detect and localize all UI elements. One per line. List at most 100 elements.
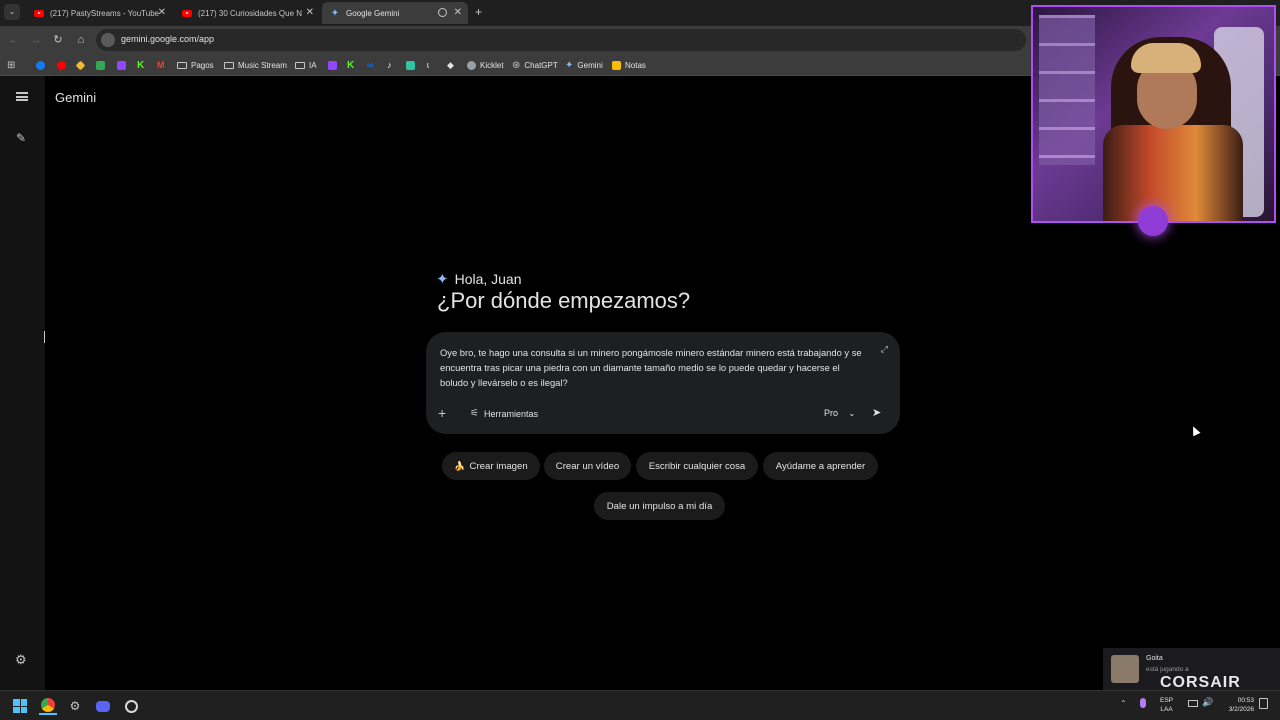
webcam-overlay (1031, 5, 1276, 223)
volume-icon[interactable]: 🔊 (1202, 697, 1213, 708)
forward-button[interactable]: → (28, 32, 44, 48)
menu-icon[interactable] (16, 92, 28, 101)
chrome-icon[interactable] (39, 697, 57, 715)
binance-icon (75, 60, 86, 70)
chip-write-anything[interactable]: Escribir cualquier cosa (636, 452, 758, 480)
tab-search-button[interactable]: ⌄ (4, 4, 20, 20)
text-cursor-indicator (44, 331, 45, 343)
clock-date: 3/2/2026 (1228, 706, 1254, 713)
bookmark-label: IA (309, 60, 317, 70)
tab-label: (217) PastyStreams - YouTube (50, 8, 160, 18)
tab-label: Google Gemini (346, 8, 400, 18)
chip-label: Crear imagen (469, 460, 528, 472)
youtube-icon (182, 8, 192, 18)
tab-youtube-2[interactable]: (217) 30 Curiosidades Que No Sa ✕ (174, 2, 320, 24)
bookmark-meta[interactable]: ∞ (367, 58, 373, 72)
bookmark-twitch[interactable] (117, 58, 126, 72)
settings-gear-icon[interactable]: ⚙ (15, 652, 27, 668)
bookmark-folder-ia[interactable]: IA (295, 58, 317, 72)
expand-icon[interactable]: ⤢ (881, 344, 888, 355)
bookmark-kick-2[interactable]: K (347, 58, 354, 72)
notifications-icon[interactable] (1259, 698, 1268, 709)
webcam-shirt (1103, 125, 1243, 221)
bookmark-label: Notas (625, 60, 646, 70)
windows-start-icon[interactable] (11, 697, 29, 715)
bookmark-folder-music-stream[interactable]: Music Stream (224, 58, 287, 72)
chatgpt-icon: ⊛ (512, 59, 521, 71)
tab-youtube-1[interactable]: (217) PastyStreams - YouTube ✕ (26, 2, 172, 24)
chevron-down-icon: ⌄ (848, 409, 856, 418)
language-bottom: LAA (1160, 706, 1173, 713)
obs-icon[interactable] (122, 697, 140, 715)
tray-chevron-icon[interactable]: ⌃ (1120, 699, 1127, 708)
microphone-icon[interactable] (1140, 698, 1146, 708)
greeting-row: ✦ Hola, Juan (436, 270, 522, 288)
youtube-icon (57, 60, 66, 70)
drive-icon (96, 60, 105, 70)
chip-help-me-learn[interactable]: Ayúdame a aprender (763, 452, 878, 480)
chip-create-image[interactable]: 🍌 Crear imagen (442, 452, 540, 480)
kicklet-icon (467, 60, 476, 70)
bookmark-chatgpt[interactable]: ⊛ ChatGPT (512, 58, 558, 72)
url-text: gemini.google.com/app (121, 34, 215, 44)
send-button[interactable]: ➤ (872, 406, 881, 419)
new-tab-button[interactable]: + (475, 5, 482, 19)
chip-boost-my-day[interactable]: Dale un impulso a mi día (594, 492, 725, 520)
clock[interactable]: 00:53 3/2/2026 (1220, 696, 1254, 714)
kick-icon: K (137, 59, 145, 71)
twitch-icon (117, 60, 126, 70)
model-selector[interactable]: Pro ⌄ (824, 408, 855, 418)
tools-button[interactable]: ⚟ Herramientas (470, 408, 538, 419)
avatar (1111, 655, 1139, 683)
tiktok-icon: ♪ (387, 60, 392, 70)
clock-time: 00:53 (1237, 697, 1254, 704)
bookmark-tiktok[interactable]: ♪ (387, 58, 392, 72)
page-title: ¿Por dónde empezamos? (437, 288, 691, 313)
chip-label: Crear un vídeo (555, 460, 620, 472)
media-playing-icon[interactable] (438, 8, 447, 17)
bookmark-youtube[interactable] (57, 58, 66, 72)
bookmark-binance[interactable] (75, 58, 86, 72)
chip-create-video[interactable]: Crear un vídeo (544, 452, 631, 480)
back-button[interactable]: ← (6, 32, 22, 48)
chip-label: Ayúdame a aprender (775, 460, 866, 472)
prompt-input[interactable]: Oye bro, te hago una consulta si un mine… (440, 345, 870, 390)
home-button[interactable]: ⌂ (73, 32, 89, 48)
bookmark-twitch-2[interactable] (328, 58, 337, 72)
bookmark-folder-pagos[interactable]: Pagos (177, 58, 214, 72)
bookmark-generic-1[interactable]: ɩ (427, 58, 429, 72)
bookmark-gemini[interactable]: ✦ Gemini (565, 58, 603, 72)
kick-icon: K (347, 59, 355, 71)
tab-label: (217) 30 Curiosidades Que No Sa (198, 8, 302, 18)
bookmark-generic-2[interactable]: ◆ (447, 58, 454, 72)
bookmark-streamlabs[interactable] (406, 58, 415, 72)
apps-grid-icon[interactable]: ⊞ (7, 58, 15, 72)
bookmark-facebook[interactable] (36, 58, 45, 72)
add-attachment-button[interactable]: + (438, 405, 446, 421)
new-chat-icon[interactable]: ✎ (16, 131, 26, 145)
bookmark-gmail[interactable]: M (157, 58, 165, 72)
bookmark-notas[interactable]: Notas (612, 58, 646, 72)
discord-icon[interactable] (94, 697, 112, 715)
bookmark-label: ChatGPT (524, 60, 558, 70)
tab-gemini[interactable]: ✦ Google Gemini ✕ (322, 2, 468, 24)
network-icon[interactable] (1188, 700, 1198, 707)
bookmark-drive[interactable] (96, 58, 105, 72)
webcam-hair (1131, 43, 1201, 73)
notification-status: está jugando a (1146, 666, 1189, 673)
close-icon[interactable]: ✕ (306, 7, 314, 18)
facebook-icon (36, 60, 45, 70)
site-info-icon[interactable] (101, 33, 115, 47)
bookmark-kicklet[interactable]: Kicklet (467, 58, 504, 72)
steam-icon[interactable]: ⚙ (66, 697, 84, 715)
address-bar[interactable]: gemini.google.com/app (96, 29, 1026, 51)
tools-sliders-icon: ⚟ (470, 408, 479, 419)
close-icon[interactable]: ✕ (158, 7, 166, 18)
bookmark-kick[interactable]: K (137, 58, 144, 72)
language-indicator[interactable]: ESP LAA (1160, 696, 1173, 714)
close-icon[interactable]: ✕ (454, 7, 462, 18)
prompt-input-card[interactable]: Oye bro, te hago una consulta si un mine… (426, 332, 900, 434)
stream-badge-icon (1138, 206, 1168, 236)
notification-name: Goita (1146, 655, 1163, 662)
reload-button[interactable]: ↻ (50, 32, 66, 48)
